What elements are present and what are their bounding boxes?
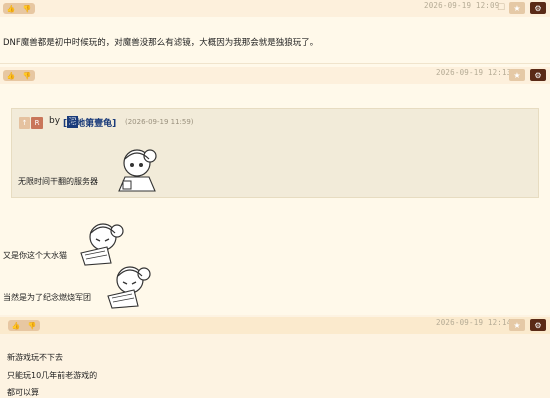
quote-text: 无限时间干翻的服务器 <box>18 177 98 186</box>
gear-icon[interactable]: ⚙ <box>530 319 546 331</box>
post-body-line: 只能玩10几年前老游戏的 <box>7 371 98 380</box>
dice-icon[interactable]: ☐ <box>493 2 509 14</box>
star-icon[interactable]: ★ <box>509 319 525 331</box>
thumbs-down-icon[interactable]: 👎 <box>21 72 34 80</box>
quote-by-label: by <box>49 116 61 126</box>
post-body-line: 都可以算 <box>7 388 39 397</box>
post-header-1: 👍 👎 2026-09-19 12:09 ☐ ★ ⚙ <box>0 0 550 17</box>
post-body-line: 当然是为了纪念燃烧军团 <box>3 293 91 302</box>
vote-buttons: 👍 👎 <box>8 320 40 331</box>
post-divider <box>0 63 550 64</box>
thumbs-up-icon[interactable]: 👍 <box>5 5 18 13</box>
gear-icon[interactable]: ⚙ <box>530 69 546 81</box>
thumbs-down-icon[interactable]: 👎 <box>26 322 39 330</box>
thumbs-up-icon[interactable]: 👍 <box>5 72 18 80</box>
quote-up-badge[interactable]: ↑ <box>19 117 30 129</box>
post-body-line: DNF魔兽都是初中时候玩的，对魔兽没那么有滤镜，大概因为我那会就是独狼玩了。 <box>3 38 319 48</box>
anime-sticker <box>80 223 124 266</box>
quote-reply-badge[interactable]: R <box>31 117 43 129</box>
anime-sticker <box>107 266 151 309</box>
thumbs-down-icon[interactable]: 👎 <box>21 5 34 13</box>
post-body-line: 新游戏玩不下去 <box>7 353 63 362</box>
quote-block: ↑ R by 泥 [尼地第壹龟] (2026-09-19 11:59) 无限时间… <box>11 108 539 198</box>
vote-buttons: 👍 👎 <box>3 3 35 14</box>
post-timestamp: 2026-09-19 12:14 <box>436 318 512 327</box>
post-header-2: 👍 👎 2026-09-19 12:13 ★ ⚙ <box>0 67 550 84</box>
quote-author-link[interactable]: [尼地第壹龟] <box>63 116 116 129</box>
post-header-3: 👍 👎 2026-09-19 12:14 ★ ⚙ <box>0 317 550 334</box>
anime-sticker <box>118 149 157 192</box>
star-icon[interactable]: ★ <box>509 2 525 14</box>
quote-time: (2026-09-19 11:59) <box>125 118 194 126</box>
thumbs-up-icon[interactable]: 👍 <box>10 322 23 330</box>
star-icon[interactable]: ★ <box>509 69 525 81</box>
gear-icon[interactable]: ⚙ <box>530 2 546 14</box>
post-timestamp: 2026-09-19 12:09 <box>424 1 500 10</box>
post-body-line: 又是你这个大水猫 <box>3 251 67 260</box>
post-timestamp: 2026-09-19 12:13 <box>436 68 512 77</box>
vote-buttons: 👍 👎 <box>3 70 35 81</box>
